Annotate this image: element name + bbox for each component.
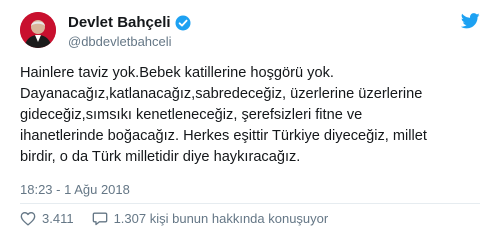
tweet-timestamp[interactable]: 18:23 - 1 Ağu 2018	[20, 182, 130, 197]
avatar[interactable]	[20, 12, 56, 48]
conversation-label: 1.307 kişi bunun hakkında konuşuyor	[113, 211, 329, 226]
author-handle[interactable]: @dbdevletbahceli	[68, 34, 172, 49]
twitter-bird-icon[interactable]	[461, 13, 480, 29]
tweet-text-line: gideceğiz,sımsıkı kenetleneceğiz, şerefs…	[20, 107, 363, 123]
like-count: 3.411	[42, 211, 74, 226]
like-button[interactable]: 3.411	[20, 211, 74, 226]
tweet-card: Devlet Bahçeli @dbdevletbahceli Hainlere…	[0, 0, 496, 242]
tweet-actions: 3.411 1.307 kişi bunun hakkında konuşuyo…	[20, 211, 328, 226]
tweet-text-line: ihanetlerinde boğacağız. Herkes eşittir …	[20, 128, 427, 144]
comment-icon	[92, 212, 107, 226]
author-name-row[interactable]: Devlet Bahçeli	[68, 14, 191, 31]
tweet-text-line: Dayanacağız,katlanacağız,sabredeceğiz, ü…	[20, 86, 423, 102]
heart-icon	[20, 212, 36, 226]
reply-conversation-button[interactable]: 1.307 kişi bunun hakkında konuşuyor	[92, 211, 329, 226]
tweet-text-line: Hainlere taviz yok.Bebek katillerine hoş…	[20, 65, 334, 81]
tweet-text: Hainlere taviz yok.Bebek katillerine hoş…	[20, 63, 480, 168]
author-name[interactable]: Devlet Bahçeli	[68, 14, 171, 31]
verified-badge-icon	[175, 15, 191, 30]
tweet-text-line: birdir, o da Türk milletidir diye haykır…	[20, 149, 301, 165]
divider	[20, 203, 480, 204]
